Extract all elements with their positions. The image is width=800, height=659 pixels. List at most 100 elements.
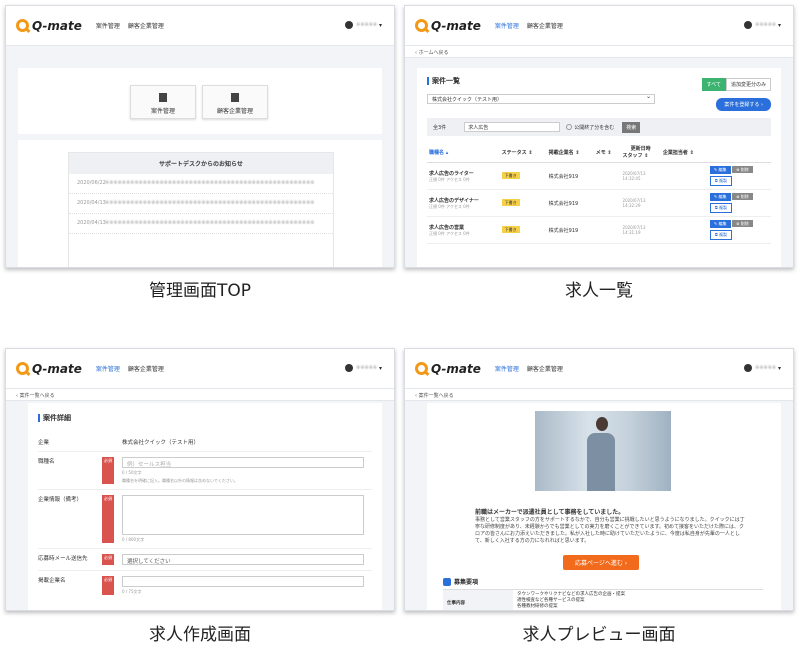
breadcrumb[interactable]: ‹ ホームへ戻る <box>405 46 793 58</box>
nav-clients[interactable]: 顧客企業管理 <box>527 364 563 373</box>
nav-jobs[interactable]: 案件管理 <box>495 364 519 373</box>
caption-admin-top: 管理画面TOP <box>148 281 252 301</box>
memo-textarea[interactable] <box>122 495 364 535</box>
toggle-all[interactable]: すべて <box>701 78 726 91</box>
notice-item[interactable]: 2020/04/13 ※※※※※※※※※※※※※※※※※※※※※※※※※※※※※※… <box>69 194 333 214</box>
table-row: 求人広告の営業 正規 0件 アクセス 0件 下書き 株式会社919 2020/07… <box>427 216 771 244</box>
status-badge: 下書き <box>501 199 520 206</box>
delete-button[interactable]: ⊗ 削除 <box>732 220 753 227</box>
col-memo[interactable]: メモ ⇕ <box>593 142 621 163</box>
col-client[interactable]: 掲載企業名 ⇕ <box>546 142 594 163</box>
panel-job-preview: Q-mate 案件管理 顧客企業管理 ※※※※※ ▾ ‹ 案件一覧へ戻る 前職は… <box>404 348 794 611</box>
field-company: 企業 株式会社クイック（テスト用） <box>38 433 372 452</box>
notice-box: サポートデスクからのお知らせ 2020/06/22 ※※※※※※※※※※※※※※※… <box>68 152 334 267</box>
apply-button[interactable]: 応募ページへ進む › <box>563 555 640 570</box>
user-menu[interactable]: ※※※※※ ▾ <box>345 21 382 29</box>
include-closed-radio[interactable] <box>566 124 573 130</box>
nav-jobs[interactable]: 案件管理 <box>495 21 519 30</box>
user-menu[interactable]: ※※※※※ ▾ <box>345 364 382 372</box>
view-toggle[interactable]: すべて 追加変更分のみ <box>701 78 771 91</box>
clipboard-icon <box>159 93 167 102</box>
search-bar: 全3件 求人広告 公開終了分を含む 検索 <box>427 118 771 136</box>
field-client: 掲載企業名 必須 0 / 75文字 <box>38 571 372 600</box>
logo-icon <box>16 362 29 375</box>
col-title[interactable]: 職種名 ▴ <box>427 142 500 163</box>
required-badge: 必須 <box>102 457 114 484</box>
user-menu[interactable]: ※※※※※ ▾ <box>744 364 781 372</box>
col-status[interactable]: ステータス ⇕ <box>499 142 547 163</box>
nav-clients[interactable]: 顧客企業管理 <box>527 21 563 30</box>
form-title: 案件詳細 <box>38 413 372 423</box>
search-input[interactable]: 求人広告 <box>464 122 561 132</box>
top-bar: Q-mate 案件管理 顧客企業管理 ※※※※※ ▾ <box>6 349 394 389</box>
building-icon <box>231 93 239 102</box>
logo-icon <box>415 362 428 375</box>
copy-button[interactable]: ⧉ 複製 <box>709 176 733 186</box>
breadcrumb[interactable]: ‹ 案件一覧へ戻る <box>405 389 793 401</box>
logo-icon <box>16 19 29 32</box>
section-title: 募集要項 <box>443 577 478 586</box>
toggle-recent[interactable]: 追加変更分のみ <box>725 78 771 91</box>
notice-item[interactable]: 2020/06/22 ※※※※※※※※※※※※※※※※※※※※※※※※※※※※※※… <box>69 174 333 194</box>
register-job-button[interactable]: 案件を登録する › <box>716 98 771 111</box>
top-bar: Q-mate 案件管理 顧客企業管理 ※※※※※ ▾ <box>6 6 394 46</box>
top-bar: Q-mate 案件管理 顧客企業管理 ※※※※※ ▾ <box>405 6 793 46</box>
job-form: 案件詳細 企業 株式会社クイック（テスト用） 職種名 必須 例）セールス担当 0 /… <box>28 403 382 610</box>
caption-job-list: 求人一覧 <box>565 281 633 301</box>
status-badge: 下書き <box>501 226 520 233</box>
user-icon <box>744 21 753 29</box>
logo[interactable]: Q-mate <box>415 362 481 376</box>
copy-button[interactable]: ⧉ 複製 <box>709 203 733 213</box>
client-name-input[interactable] <box>122 576 364 587</box>
staff-photo <box>535 411 671 491</box>
interview-body: 事務として営業スタッフの方をサポートするなかで、自分も営業に挑戦したいと思うよう… <box>475 517 745 544</box>
table-row: 求人広告のデザイナー 正規 0件 アクセス 0件 下書き 株式会社919 2020… <box>427 189 771 217</box>
copy-button[interactable]: ⧉ 複製 <box>709 230 733 240</box>
requirements-table: 仕事内容 タウンワークやリクナビなどの求人広告の企画・提案 適性検査など各種サービ… <box>443 589 763 610</box>
company-select[interactable]: 株式会社クイック（テスト用） <box>427 93 655 104</box>
nav-jobs[interactable]: 案件管理 <box>96 21 120 30</box>
notice-item[interactable]: 2020/04/13 ※※※※※※※※※※※※※※※※※※※※※※※※※※※※※※… <box>69 214 333 234</box>
panel-job-list: Q-mate 案件管理 顧客企業管理 ※※※※※ ▾ ‹ ホームへ戻る 案件一覧… <box>404 5 794 268</box>
logo[interactable]: Q-mate <box>415 19 481 33</box>
nav-clients[interactable]: 顧客企業管理 <box>128 364 164 373</box>
user-menu[interactable]: ※※※※※ ▾ <box>744 21 781 29</box>
edit-button[interactable]: ✎ 編集 <box>709 220 731 228</box>
delete-button[interactable]: ⊗ 削除 <box>732 193 753 200</box>
interview-heading: 前職はメーカーで派遣社員として事務をしていました。 <box>475 509 625 516</box>
caption-job-create: 求人作成画面 <box>149 625 251 645</box>
job-list-card: 案件一覧 すべて追加変更分のみ 株式会社クイック（テスト用） 案件を登録する ›… <box>417 68 781 267</box>
field-job-title: 職種名 必須 例）セールス担当 0 / 50文字 職種名を明確に記入。職種名以外の情報… <box>38 452 372 490</box>
required-badge: 必須 <box>102 554 114 565</box>
list-icon <box>443 577 451 586</box>
nav-jobs[interactable]: 案件管理 <box>96 364 120 373</box>
top-bar: Q-mate 案件管理 顧客企業管理 ※※※※※ ▾ <box>405 349 793 389</box>
edit-button[interactable]: ✎ 編集 <box>709 193 731 201</box>
logo[interactable]: Q-mate <box>16 19 82 33</box>
panel-job-create: Q-mate 案件管理 顧客企業管理 ※※※※※ ▾ ‹ 案件一覧へ戻る 案件詳… <box>5 348 395 611</box>
col-updated: 更新日時 スタッフ ⇕ <box>620 142 661 163</box>
delete-button[interactable]: ⊗ 削除 <box>732 166 753 173</box>
logo[interactable]: Q-mate <box>16 362 82 376</box>
logo-icon <box>415 19 428 32</box>
mail-select[interactable]: 選択してください <box>122 554 364 565</box>
jobs-menu-button[interactable]: 案件管理 <box>130 85 196 119</box>
breadcrumb[interactable]: ‹ 案件一覧へ戻る <box>6 389 394 401</box>
edit-button[interactable]: ✎ 編集 <box>709 166 731 174</box>
field-memo: 企業情報（備考） 必須 0 / 800文字 <box>38 490 372 549</box>
table-row: 求人広告のライター 正規 0件 アクセス 0件 下書き 株式会社919 2020/… <box>427 162 771 190</box>
status-badge: 下書き <box>501 172 520 179</box>
result-count: 全3件 <box>433 124 447 131</box>
preview-card: 前職はメーカーで派遣社員として事務をしていました。 事務として営業スタッフの方を… <box>427 403 781 610</box>
search-button[interactable]: 検索 <box>622 121 641 133</box>
nav-clients[interactable]: 顧客企業管理 <box>128 21 164 30</box>
include-closed-label: 公開終了分を含む <box>574 124 615 131</box>
caption-job-preview: 求人プレビュー画面 <box>522 625 676 645</box>
job-table: 職種名 ▴ ステータス ⇕ 掲載企業名 ⇕ メモ ⇕ 更新日時 スタッフ ⇕ 企業… <box>427 142 771 244</box>
user-icon <box>345 364 354 372</box>
required-badge: 必須 <box>102 495 114 543</box>
clients-menu-button[interactable]: 顧客企業管理 <box>202 85 268 119</box>
required-badge: 必須 <box>102 576 114 595</box>
job-title-input[interactable]: 例）セールス担当 <box>122 457 364 468</box>
col-company-staff[interactable]: 企業担当者 ⇕ <box>660 142 708 163</box>
